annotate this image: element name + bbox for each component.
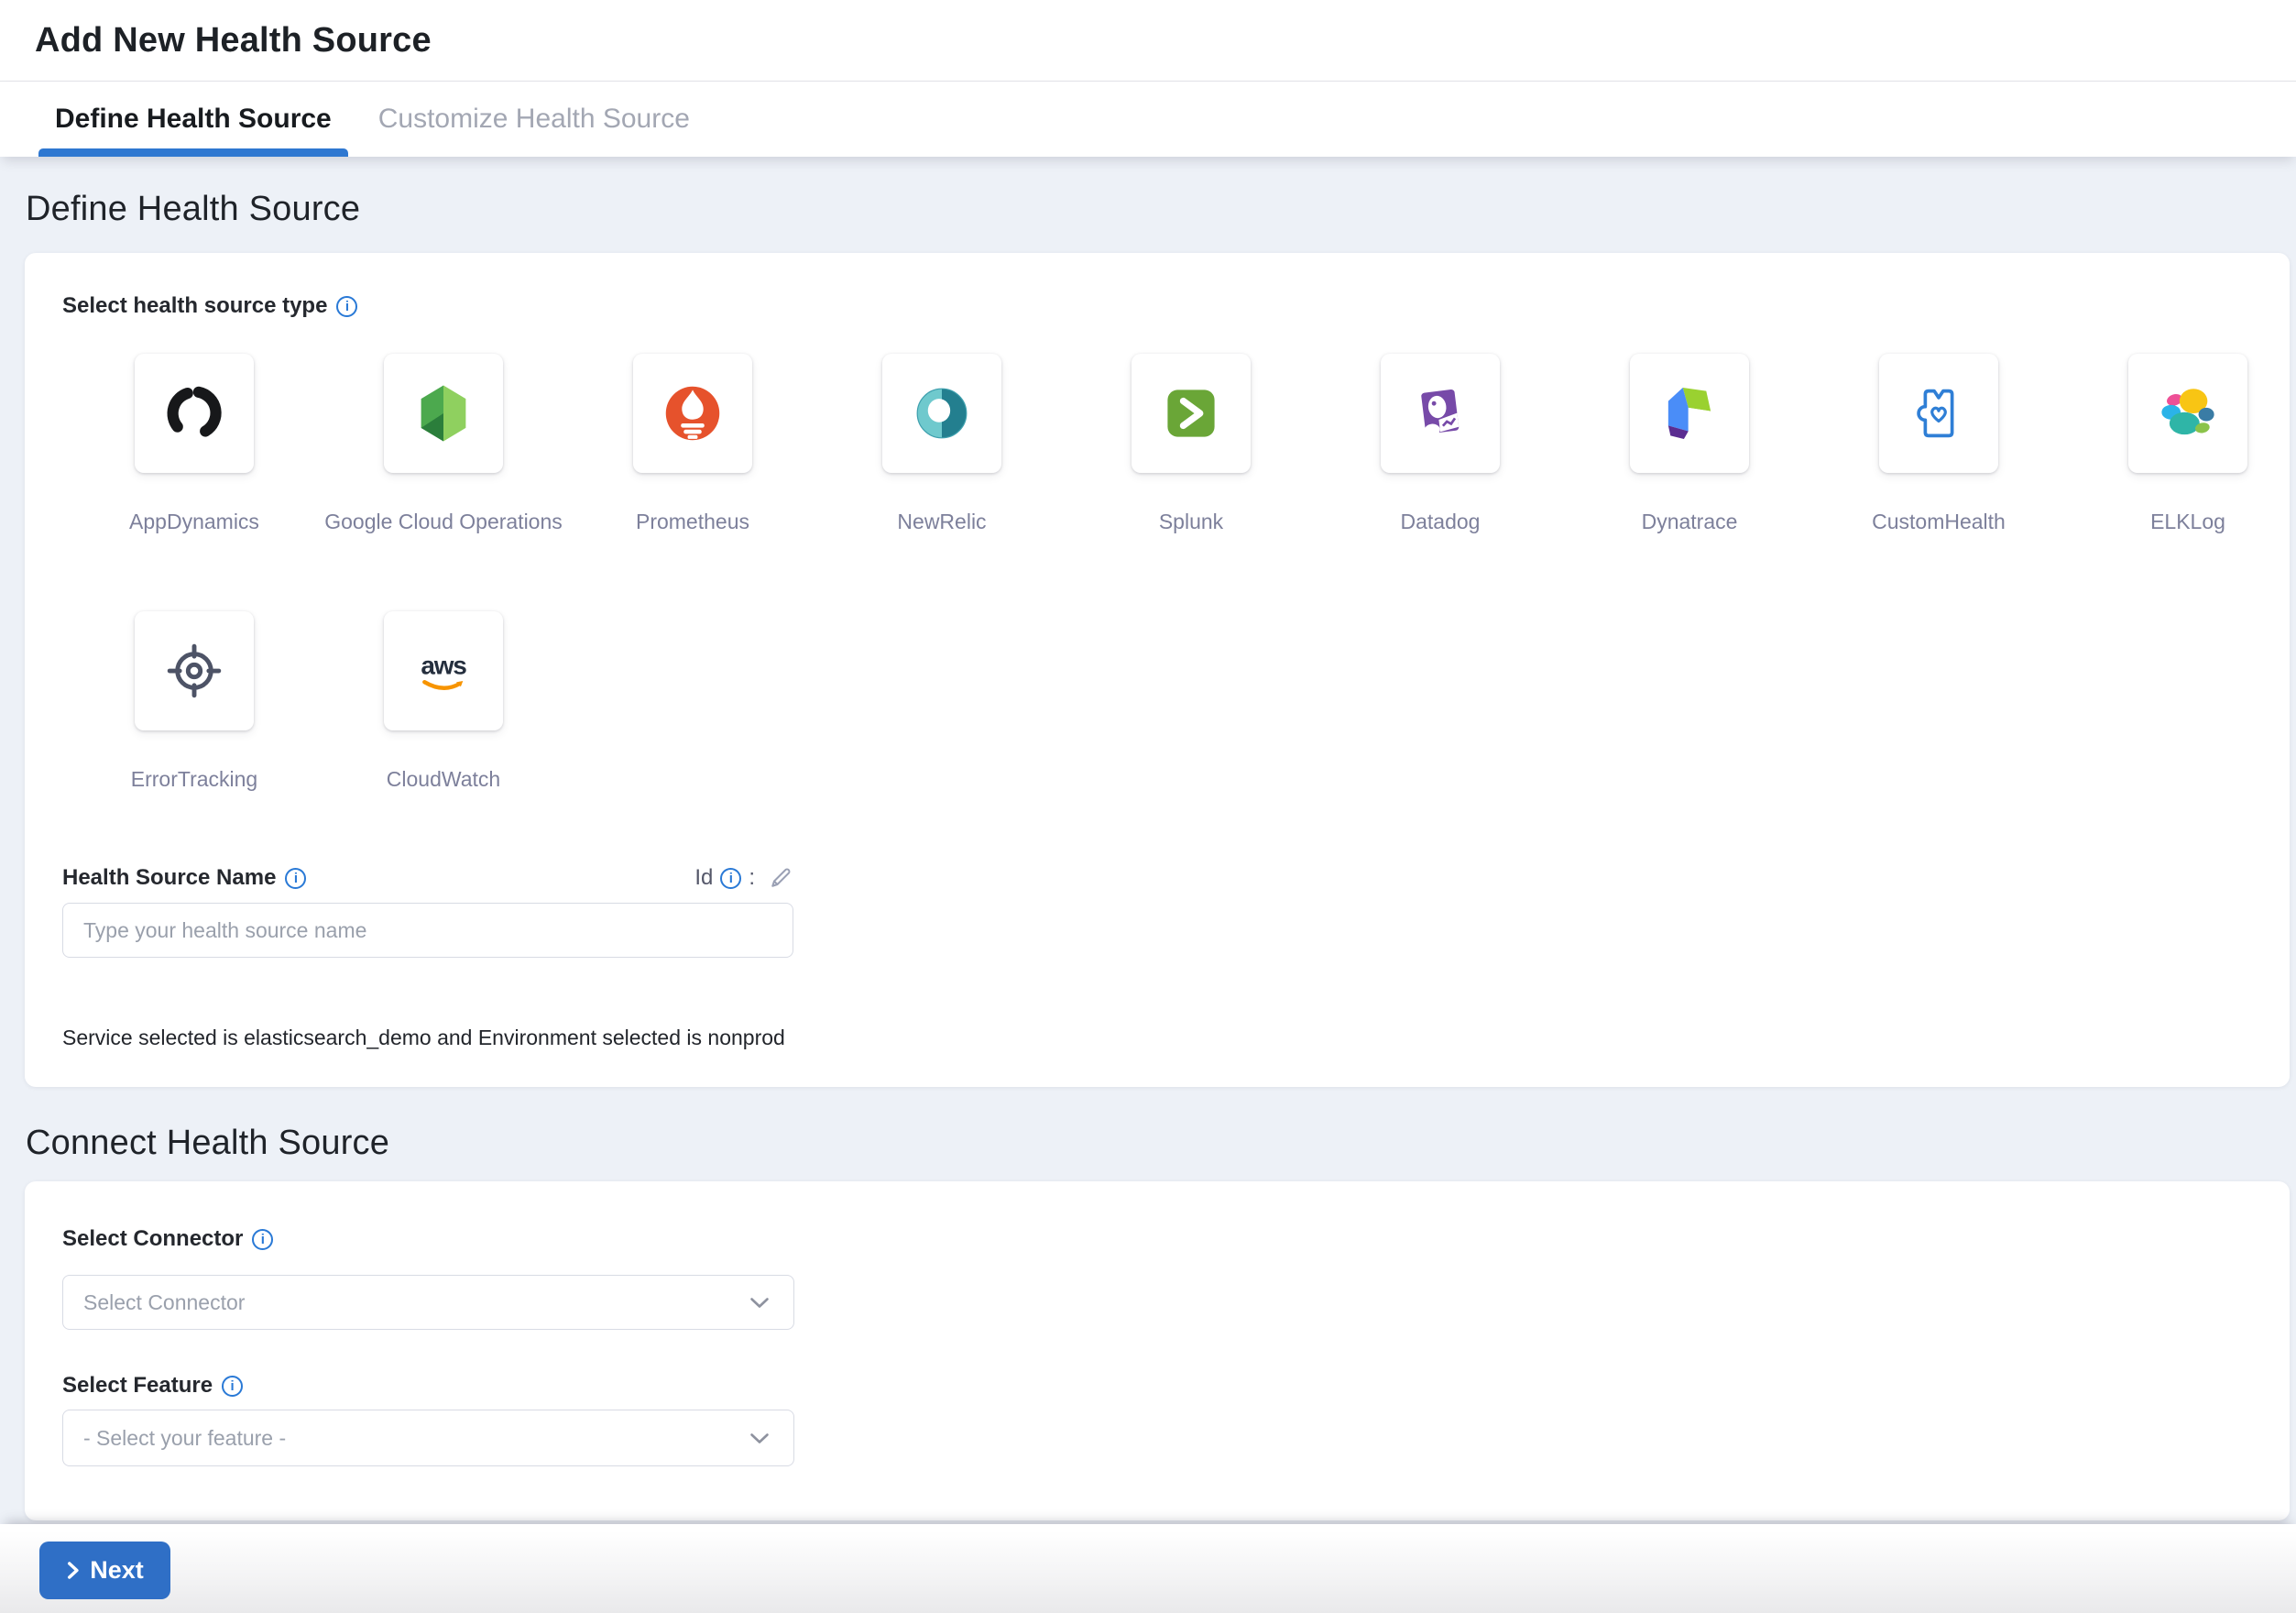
elklog-icon [2152, 378, 2224, 449]
service-environment-note: Service selected is elasticsearch_demo a… [62, 1026, 2253, 1050]
page-header: Add New Health Source [0, 0, 2296, 82]
source-type-label: ErrorTracking [131, 767, 257, 792]
next-button[interactable]: Next [39, 1542, 170, 1599]
health-source-name-section: Health Source Name i Id i : [62, 865, 793, 958]
select-feature-label-row: Select Feature i [62, 1373, 2253, 1399]
appdynamics-icon [159, 378, 230, 449]
next-button-label: Next [90, 1556, 144, 1585]
connector-dropdown[interactable]: Select Connector [62, 1275, 794, 1330]
tab-customize-health-source[interactable]: Customize Health Source [362, 82, 706, 157]
wizard-footer: Next [0, 1524, 2296, 1613]
splunk-icon [1155, 378, 1227, 449]
active-tab-underline [38, 148, 348, 157]
prometheus-icon [657, 378, 728, 449]
source-type-label: Datadog [1401, 510, 1481, 534]
chevron-right-icon [66, 1561, 80, 1580]
source-type-prometheus[interactable]: Prometheus [568, 354, 817, 534]
source-type-appdynamics[interactable]: AppDynamics [70, 354, 319, 534]
source-type-label: Google Cloud Operations [324, 510, 563, 534]
select-type-label-row: Select health source type i [62, 293, 2253, 319]
dynatrace-icon [1654, 378, 1725, 449]
source-type-label: AppDynamics [129, 510, 259, 534]
google-cloud-operations-icon [408, 378, 479, 449]
name-id-label-row: Health Source Name i Id i : [62, 865, 793, 891]
select-connector-label-row: Select Connector i [62, 1226, 2253, 1252]
source-type-splunk[interactable]: Splunk [1066, 354, 1316, 534]
chevron-down-icon [749, 1297, 770, 1309]
wizard-content: Define Health Source Select health sourc… [0, 157, 2296, 1613]
tab-define-label: Define Health Source [55, 104, 332, 135]
source-type-label: CustomHealth [1872, 510, 2006, 534]
info-icon[interactable]: i [285, 868, 306, 889]
source-type-label: Splunk [1159, 510, 1223, 534]
svg-text:aws: aws [421, 652, 466, 680]
tab-customize-label: Customize Health Source [378, 104, 690, 135]
source-type-customhealth[interactable]: CustomHealth [1814, 354, 2063, 534]
health-source-name-input[interactable] [62, 903, 793, 958]
source-type-grid: AppDynamics Google Cloud Operations [70, 354, 2253, 792]
source-type-google-cloud-operations[interactable]: Google Cloud Operations [319, 354, 568, 534]
source-type-label: Dynatrace [1642, 510, 1738, 534]
identifier-group: Id i : [694, 865, 793, 891]
source-type-label: ELKLog [2150, 510, 2225, 534]
source-type-label: Prometheus [636, 510, 749, 534]
edit-id-pencil-icon[interactable] [768, 865, 793, 891]
id-label: Id [694, 865, 713, 891]
source-type-errortracking[interactable]: ErrorTracking [70, 611, 319, 792]
cloudwatch-aws-icon: aws [408, 635, 479, 707]
select-connector-label: Select Connector [62, 1226, 243, 1252]
id-separator: : [749, 865, 755, 891]
add-health-source-page: Add New Health Source Define Health Sour… [0, 0, 2296, 1613]
connect-section-heading: Connect Health Source [26, 1124, 2290, 1163]
info-icon[interactable]: i [720, 868, 741, 889]
customhealth-icon [1903, 378, 1974, 449]
page-title: Add New Health Source [35, 21, 432, 60]
source-type-elklog[interactable]: ELKLog [2063, 354, 2296, 534]
source-type-newrelic[interactable]: NewRelic [817, 354, 1066, 534]
chevron-down-icon [749, 1432, 770, 1444]
select-type-label: Select health source type [62, 293, 327, 319]
source-type-label: NewRelic [897, 510, 986, 534]
source-type-label: CloudWatch [387, 767, 500, 792]
datadog-icon [1405, 378, 1476, 449]
select-feature-label: Select Feature [62, 1373, 213, 1399]
errortracking-icon [159, 635, 230, 707]
source-type-cloudwatch[interactable]: aws CloudWatch [319, 611, 568, 792]
tab-define-health-source[interactable]: Define Health Source [38, 82, 348, 157]
feature-dropdown[interactable]: - Select your feature - [62, 1410, 794, 1466]
newrelic-icon [906, 378, 978, 449]
source-type-datadog[interactable]: Datadog [1316, 354, 1565, 534]
feature-placeholder: - Select your feature - [83, 1426, 286, 1451]
connector-placeholder: Select Connector [83, 1290, 245, 1315]
source-type-dynatrace[interactable]: Dynatrace [1565, 354, 1814, 534]
health-source-name-label: Health Source Name [62, 865, 276, 891]
info-icon[interactable]: i [252, 1229, 273, 1250]
connect-health-source-card: Select Connector i Select Connector Sele… [25, 1181, 2290, 1520]
info-icon[interactable]: i [336, 296, 357, 317]
wizard-tabbar: Define Health Source Customize Health So… [0, 82, 2296, 157]
info-icon[interactable]: i [222, 1376, 243, 1397]
define-section-heading: Define Health Source [26, 190, 2290, 229]
define-health-source-card: Select health source type i AppDynamics [25, 253, 2290, 1087]
